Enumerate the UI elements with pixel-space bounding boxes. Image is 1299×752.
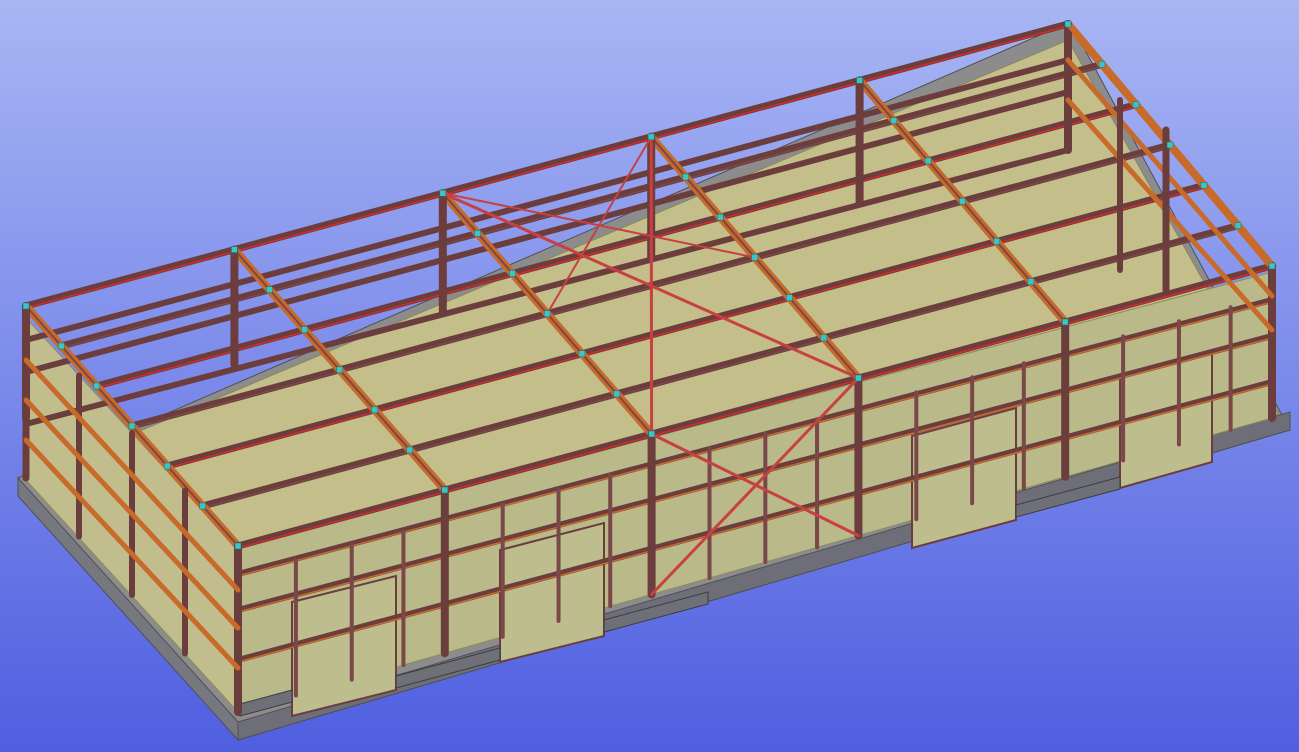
connector-node [128,422,136,430]
3d-viewport[interactable] [0,0,1299,752]
connector-node [578,350,586,357]
connector-node [855,374,862,382]
connector-node [231,246,238,253]
connector-node [717,213,724,221]
connector-node [682,173,689,181]
connector-node [1027,278,1035,285]
connector-node [924,157,932,165]
connector-node [1268,262,1276,270]
connector-node [613,390,621,398]
building-model[interactable] [0,0,1299,752]
connector-node [786,294,793,301]
connector-node [1098,61,1106,68]
connector-node [959,197,966,205]
connector-node [1166,141,1174,149]
connector-node [751,254,759,261]
connector-node [406,446,413,454]
connector-node [890,117,898,124]
connector-node [474,230,481,237]
connector-node [371,406,378,414]
connector-node [93,382,100,390]
connector-node [1200,182,1208,189]
connector-node [266,286,273,293]
connector-node [648,430,655,438]
connector-node [1132,101,1140,108]
connector-node [856,77,863,84]
connector-node [441,486,449,494]
connector-node [1064,20,1072,28]
connector-node [199,502,206,510]
connector-node [58,342,65,350]
connector-node [164,462,171,470]
connector-node [820,334,828,342]
connector-node [647,133,655,141]
connector-node [336,366,343,374]
connector-node [301,326,308,333]
connector-node [1234,222,1242,229]
connector-node [234,542,242,550]
connector-node [509,270,516,277]
connector-node [1061,318,1069,326]
connector-node [543,310,551,317]
connector-node [439,189,447,197]
connector-node [22,302,30,310]
connector-node [993,238,1000,245]
